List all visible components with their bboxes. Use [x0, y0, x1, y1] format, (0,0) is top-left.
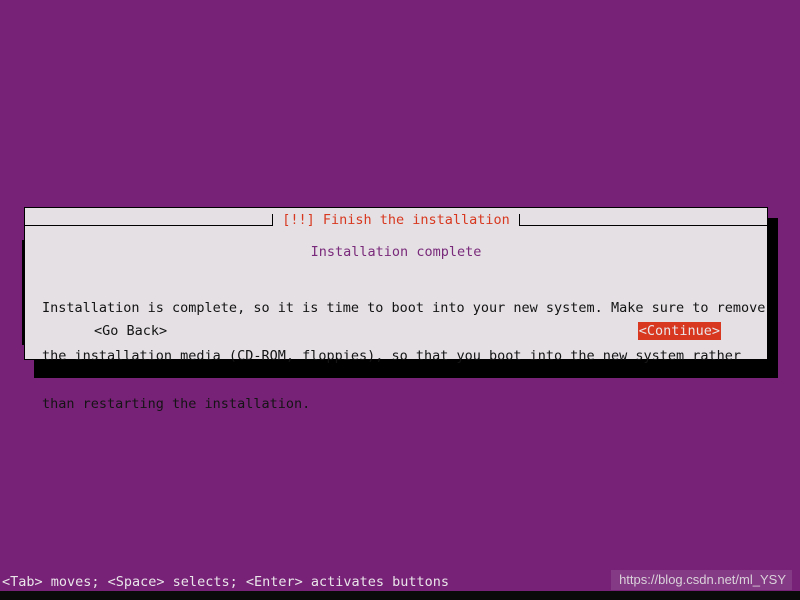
installer-dialog: [!!] Finish the installation Installatio… [24, 207, 768, 412]
body-line: the installation media (CD-ROM, floppies… [42, 348, 741, 364]
status-bar-hint: <Tab> moves; <Space> selects; <Enter> ac… [2, 574, 450, 590]
body-line: Installation is complete, so it is time … [42, 300, 766, 316]
dialog-body-text: Installation is complete, so it is time … [42, 268, 766, 444]
go-back-button[interactable]: <Go Back> [93, 322, 168, 340]
watermark: https://blog.csdn.net/ml_YSY [611, 570, 792, 590]
body-line: than restarting the installation. [42, 396, 311, 412]
dialog-titlebar: [!!] Finish the installation [25, 210, 768, 230]
title-rule-right [518, 214, 768, 226]
title-rule-left [25, 214, 274, 226]
console-screen: [!!] Finish the installation Installatio… [0, 0, 800, 600]
dialog-heading: Installation complete [310, 244, 482, 260]
dialog-title: [!!] Finish the installation [282, 212, 510, 228]
continue-button[interactable]: <Continue> [637, 322, 721, 340]
bottom-black-strip [0, 591, 800, 600]
dialog-button-row: <Go Back> <Continue> [25, 322, 767, 342]
